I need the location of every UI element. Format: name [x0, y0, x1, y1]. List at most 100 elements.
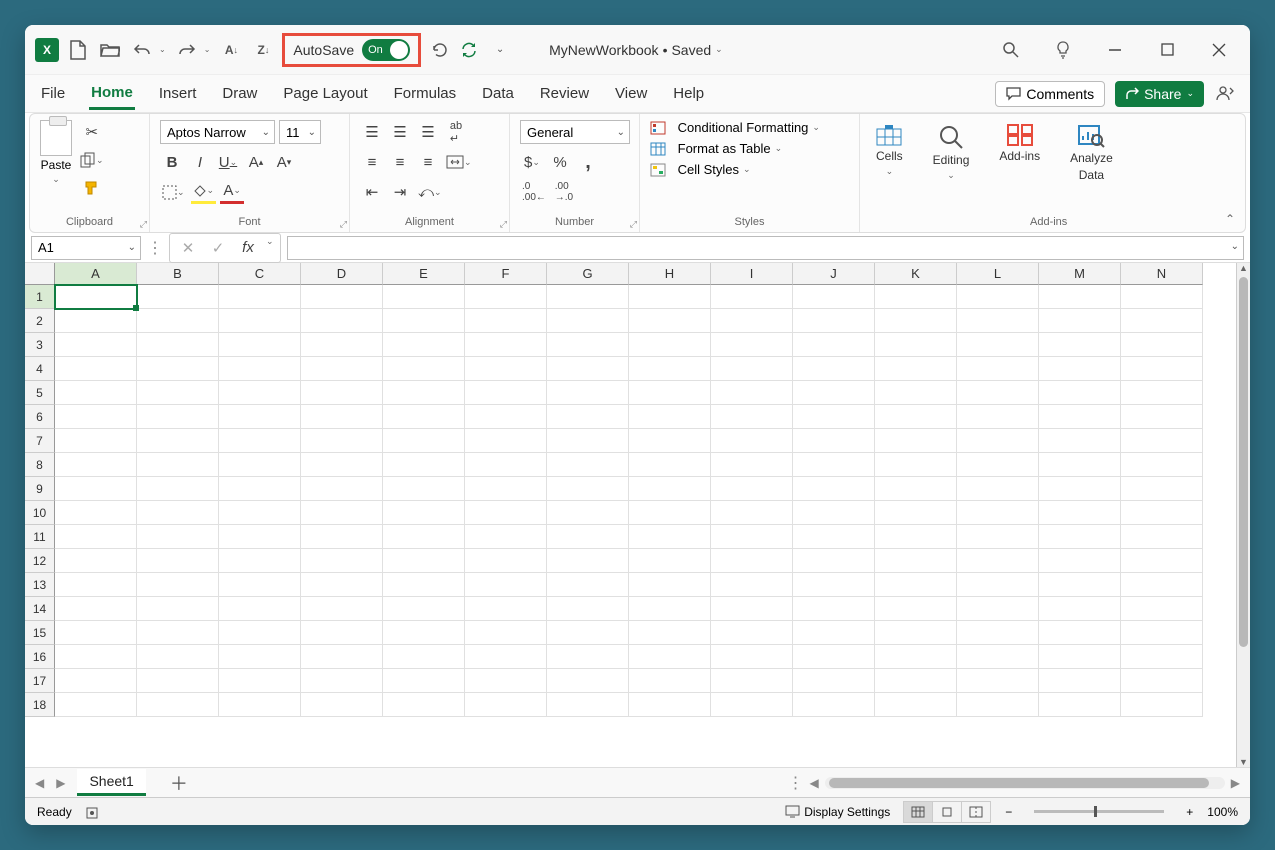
cell-L14[interactable]	[957, 597, 1039, 621]
tab-data[interactable]: Data	[480, 79, 516, 108]
cell-D12[interactable]	[301, 549, 383, 573]
sheet-nav-prev-icon[interactable]: ◀	[35, 776, 44, 790]
cell-L11[interactable]	[957, 525, 1039, 549]
page-layout-view-icon[interactable]	[932, 801, 962, 823]
cell-E12[interactable]	[383, 549, 465, 573]
cell-E6[interactable]	[383, 405, 465, 429]
cell-C14[interactable]	[219, 597, 301, 621]
col-header-L[interactable]: L	[957, 263, 1039, 285]
scroll-up-icon[interactable]: ▲	[1237, 263, 1250, 273]
cell-H7[interactable]	[629, 429, 711, 453]
wrap-text-icon[interactable]: ab↵	[444, 120, 468, 144]
tab-home[interactable]: Home	[89, 78, 135, 110]
addins-button[interactable]: Add-ins	[993, 120, 1046, 228]
account-icon[interactable]	[1214, 83, 1236, 105]
cell-I9[interactable]	[711, 477, 793, 501]
cell-C17[interactable]	[219, 669, 301, 693]
cell-B4[interactable]	[137, 357, 219, 381]
cell-M12[interactable]	[1039, 549, 1121, 573]
zoom-level[interactable]: 100%	[1207, 805, 1238, 819]
cell-H3[interactable]	[629, 333, 711, 357]
underline-button[interactable]: U⌄	[216, 150, 240, 174]
cell-F14[interactable]	[465, 597, 547, 621]
cell-C5[interactable]	[219, 381, 301, 405]
cell-C18[interactable]	[219, 693, 301, 717]
cell-E14[interactable]	[383, 597, 465, 621]
cell-I8[interactable]	[711, 453, 793, 477]
font-name-select[interactable]: Aptos Narrow	[160, 120, 275, 144]
format-painter-icon[interactable]	[78, 176, 106, 200]
cell-K18[interactable]	[875, 693, 957, 717]
cell-D7[interactable]	[301, 429, 383, 453]
decrease-indent-icon[interactable]: ⇤	[360, 180, 384, 204]
cell-H17[interactable]	[629, 669, 711, 693]
cell-J13[interactable]	[793, 573, 875, 597]
cell-F16[interactable]	[465, 645, 547, 669]
cell-C7[interactable]	[219, 429, 301, 453]
insert-function-icon[interactable]: fx	[236, 236, 260, 260]
col-header-A[interactable]: A	[55, 263, 137, 285]
conditional-formatting-button[interactable]: Conditional Formatting⌄	[650, 120, 849, 135]
cell-C16[interactable]	[219, 645, 301, 669]
cell-A3[interactable]	[55, 333, 137, 357]
cell-C10[interactable]	[219, 501, 301, 525]
cell-G17[interactable]	[547, 669, 629, 693]
cell-K2[interactable]	[875, 309, 957, 333]
minimize-icon[interactable]	[1104, 39, 1126, 61]
cell-D3[interactable]	[301, 333, 383, 357]
row-header-11[interactable]: 11	[25, 525, 55, 549]
scroll-down-icon[interactable]: ▼	[1237, 757, 1250, 767]
cell-G6[interactable]	[547, 405, 629, 429]
cell-E5[interactable]	[383, 381, 465, 405]
cell-H1[interactable]	[629, 285, 711, 309]
cell-K15[interactable]	[875, 621, 957, 645]
cell-H10[interactable]	[629, 501, 711, 525]
cell-M9[interactable]	[1039, 477, 1121, 501]
cell-J2[interactable]	[793, 309, 875, 333]
cell-D11[interactable]	[301, 525, 383, 549]
cell-N14[interactable]	[1121, 597, 1203, 621]
col-header-D[interactable]: D	[301, 263, 383, 285]
cell-A17[interactable]	[55, 669, 137, 693]
name-box[interactable]: A1	[31, 236, 141, 260]
cell-G4[interactable]	[547, 357, 629, 381]
cell-B17[interactable]	[137, 669, 219, 693]
cell-K4[interactable]	[875, 357, 957, 381]
cell-A12[interactable]	[55, 549, 137, 573]
cell-K8[interactable]	[875, 453, 957, 477]
cell-D6[interactable]	[301, 405, 383, 429]
row-header-7[interactable]: 7	[25, 429, 55, 453]
bold-button[interactable]: B	[160, 150, 184, 174]
cell-G3[interactable]	[547, 333, 629, 357]
autosave-toggle[interactable]: On	[362, 39, 410, 61]
cell-F11[interactable]	[465, 525, 547, 549]
align-bottom-icon[interactable]: ☰	[416, 120, 440, 144]
cell-N2[interactable]	[1121, 309, 1203, 333]
cell-H2[interactable]	[629, 309, 711, 333]
cell-C3[interactable]	[219, 333, 301, 357]
cell-H8[interactable]	[629, 453, 711, 477]
col-header-H[interactable]: H	[629, 263, 711, 285]
cell-M10[interactable]	[1039, 501, 1121, 525]
cell-M13[interactable]	[1039, 573, 1121, 597]
cell-M17[interactable]	[1039, 669, 1121, 693]
row-header-3[interactable]: 3	[25, 333, 55, 357]
cell-C6[interactable]	[219, 405, 301, 429]
cell-E3[interactable]	[383, 333, 465, 357]
cell-M3[interactable]	[1039, 333, 1121, 357]
cell-E8[interactable]	[383, 453, 465, 477]
cell-M2[interactable]	[1039, 309, 1121, 333]
row-header-16[interactable]: 16	[25, 645, 55, 669]
cell-N18[interactable]	[1121, 693, 1203, 717]
cell-K10[interactable]	[875, 501, 957, 525]
cell-M5[interactable]	[1039, 381, 1121, 405]
collapse-ribbon-icon[interactable]: ⌃	[1225, 212, 1235, 226]
cell-J8[interactable]	[793, 453, 875, 477]
formula-input[interactable]	[287, 236, 1244, 260]
maximize-icon[interactable]	[1156, 39, 1178, 61]
search-icon[interactable]	[1000, 39, 1022, 61]
page-break-view-icon[interactable]	[961, 801, 991, 823]
cell-C13[interactable]	[219, 573, 301, 597]
cell-J3[interactable]	[793, 333, 875, 357]
row-header-9[interactable]: 9	[25, 477, 55, 501]
